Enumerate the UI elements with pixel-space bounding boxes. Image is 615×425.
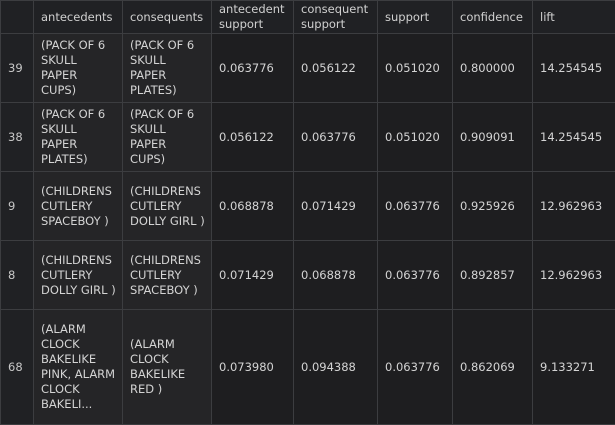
lift-cell: 9.133271 — [532, 309, 615, 425]
confidence-cell: 0.862069 — [452, 309, 533, 425]
index-header — [0, 0, 34, 34]
consequents-cell: (PACK OF 6 SKULL PAPER PLATES) — [122, 33, 212, 103]
column-header-consequents[interactable]: consequents — [122, 0, 212, 34]
antecedent-support-cell: 0.073980 — [211, 309, 294, 425]
consequents-cell: (CHILDRENS CUTLERY DOLLY GIRL ) — [122, 171, 212, 241]
support-cell: 0.063776 — [377, 309, 453, 425]
consequents-cell: (PACK OF 6 SKULL PAPER CUPS) — [122, 102, 212, 172]
consequent-support-cell: 0.063776 — [293, 102, 378, 172]
column-header-support[interactable]: support — [377, 0, 453, 34]
antecedents-cell: (CHILDRENS CUTLERY SPACEBOY ) — [33, 171, 123, 241]
lift-cell: 14.254545 — [532, 33, 615, 103]
support-cell: 0.063776 — [377, 240, 453, 310]
antecedent-support-cell: 0.071429 — [211, 240, 294, 310]
table-row: 9 (CHILDRENS CUTLERY SPACEBOY ) (CHILDRE… — [0, 171, 615, 241]
antecedents-cell: (CHILDRENS CUTLERY DOLLY GIRL ) — [33, 240, 123, 310]
row-index: 39 — [0, 33, 34, 103]
table-row: 8 (CHILDRENS CUTLERY DOLLY GIRL ) (CHILD… — [0, 240, 615, 310]
row-index: 68 — [0, 309, 34, 425]
lift-cell: 14.254545 — [532, 102, 615, 172]
antecedents-cell: (ALARM CLOCK BAKELIKE PINK, ALARM CLOCK … — [33, 309, 123, 425]
row-index: 38 — [0, 102, 34, 172]
support-cell: 0.063776 — [377, 171, 453, 241]
row-index: 9 — [0, 171, 34, 241]
confidence-cell: 0.909091 — [452, 102, 533, 172]
consequent-support-cell: 0.068878 — [293, 240, 378, 310]
antecedents-cell: (PACK OF 6 SKULL PAPER CUPS) — [33, 33, 123, 103]
association-rules-table: antecedents consequents antecedent suppo… — [0, 0, 615, 425]
column-header-antecedent-support[interactable]: antecedent support — [211, 0, 294, 34]
row-index: 8 — [0, 240, 34, 310]
antecedent-support-cell: 0.056122 — [211, 102, 294, 172]
confidence-cell: 0.800000 — [452, 33, 533, 103]
consequent-support-cell: 0.094388 — [293, 309, 378, 425]
column-header-confidence[interactable]: confidence — [452, 0, 533, 34]
table-row: 38 (PACK OF 6 SKULL PAPER PLATES) (PACK … — [0, 102, 615, 172]
consequents-cell: (CHILDRENS CUTLERY SPACEBOY ) — [122, 240, 212, 310]
lift-cell: 12.962963 — [532, 240, 615, 310]
confidence-cell: 0.892857 — [452, 240, 533, 310]
column-header-antecedents[interactable]: antecedents — [33, 0, 123, 34]
consequent-support-cell: 0.071429 — [293, 171, 378, 241]
column-header-lift[interactable]: lift — [532, 0, 615, 34]
column-header-consequent-support[interactable]: consequent support — [293, 0, 378, 34]
header-row: antecedents consequents antecedent suppo… — [0, 0, 615, 34]
antecedent-support-cell: 0.063776 — [211, 33, 294, 103]
antecedent-support-cell: 0.068878 — [211, 171, 294, 241]
support-cell: 0.051020 — [377, 102, 453, 172]
lift-cell: 12.962963 — [532, 171, 615, 241]
antecedents-cell: (PACK OF 6 SKULL PAPER PLATES) — [33, 102, 123, 172]
consequent-support-cell: 0.056122 — [293, 33, 378, 103]
support-cell: 0.051020 — [377, 33, 453, 103]
table-row: 39 (PACK OF 6 SKULL PAPER CUPS) (PACK OF… — [0, 33, 615, 103]
table-row: 68 (ALARM CLOCK BAKELIKE PINK, ALARM CLO… — [0, 309, 615, 425]
consequents-cell: (ALARM CLOCK BAKELIKE RED ) — [122, 309, 212, 425]
confidence-cell: 0.925926 — [452, 171, 533, 241]
